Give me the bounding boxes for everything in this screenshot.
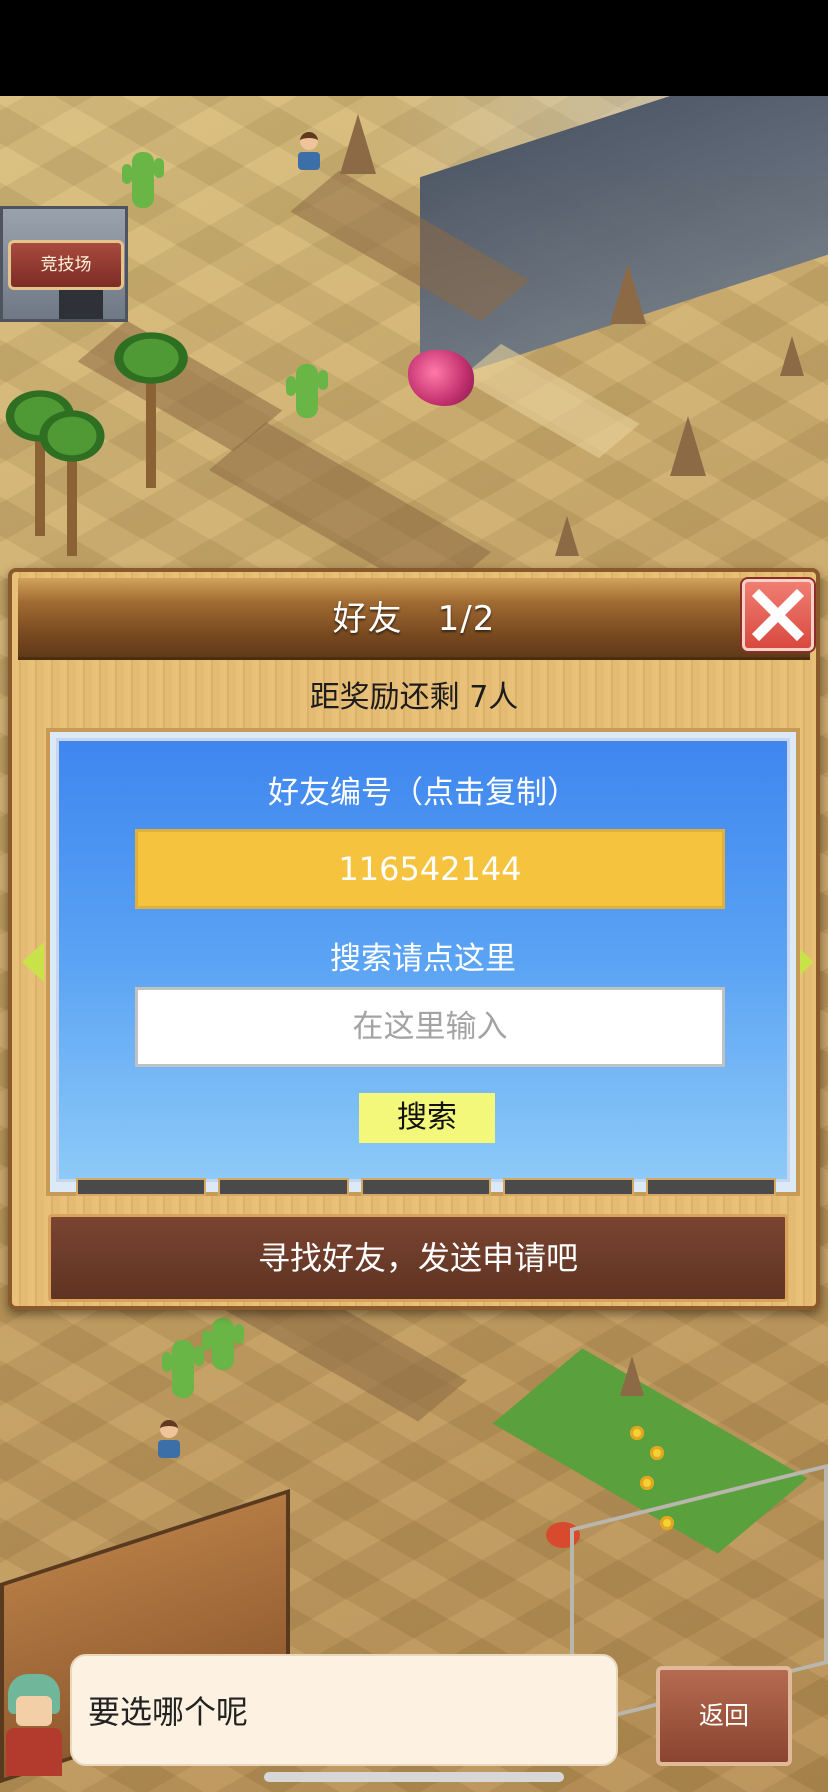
tab-slot xyxy=(503,1178,634,1196)
dialog-header: 好友 1/2 xyxy=(18,578,810,660)
arena-button[interactable]: 竞技场 xyxy=(8,240,124,290)
arrow-left-icon[interactable] xyxy=(22,942,44,982)
tab-slot xyxy=(645,1178,777,1196)
cactus xyxy=(122,152,164,208)
close-button[interactable] xyxy=(742,579,814,651)
friend-search-panel: 好友编号（点击复制） 116542144 搜索请点这里 搜索 xyxy=(56,738,790,1182)
status-bar xyxy=(0,0,828,96)
close-icon xyxy=(751,588,805,642)
npc-character[interactable] xyxy=(156,1420,182,1460)
search-input[interactable] xyxy=(135,987,725,1067)
speech-text: 要选哪个呢 xyxy=(88,1693,249,1731)
sand-tile xyxy=(460,343,640,459)
panel-tab-strip xyxy=(76,1178,777,1196)
find-friend-banner[interactable]: 寻找好友，发送申请吧 xyxy=(48,1214,788,1302)
rock-spire xyxy=(340,114,376,174)
yellow-flower xyxy=(630,1426,644,1440)
friend-panel-frame: 好友编号（点击复制） 116542144 搜索请点这里 搜索 xyxy=(46,728,800,1196)
cactus xyxy=(202,1318,244,1370)
friend-id-label: 好友编号（点击复制） xyxy=(268,775,578,811)
character-portrait xyxy=(0,1668,70,1778)
palm-tree xyxy=(34,406,110,556)
cactus xyxy=(162,1340,204,1398)
rock-spire xyxy=(780,336,804,376)
npc-character[interactable] xyxy=(296,132,322,172)
search-label: 搜索请点这里 xyxy=(330,941,516,977)
rock-spire xyxy=(610,264,646,324)
friend-id-copy-button[interactable]: 116542144 xyxy=(135,829,725,909)
tab-slot xyxy=(76,1178,207,1196)
yellow-flower xyxy=(650,1446,664,1460)
rock-spire xyxy=(620,1356,644,1396)
search-button[interactable]: 搜索 xyxy=(359,1093,495,1143)
cactus xyxy=(286,364,328,418)
speech-bubble: 要选哪个呢 xyxy=(70,1654,618,1766)
tab-slot xyxy=(218,1178,349,1196)
palm-tree xyxy=(108,328,194,488)
reward-progress-text: 距奖励还剩 7人 xyxy=(309,680,519,715)
back-button[interactable]: 返回 xyxy=(656,1666,792,1766)
yellow-flower xyxy=(640,1476,654,1490)
rock-spire xyxy=(555,516,579,556)
dialog-title: 好友 1/2 xyxy=(332,599,496,639)
home-indicator[interactable] xyxy=(264,1772,564,1782)
pink-crystal[interactable] xyxy=(408,350,474,406)
friend-dialog: 好友 1/2 距奖励还剩 7人 好友编号（点击复制） 116542144 搜索请… xyxy=(8,568,820,1310)
rock-spire xyxy=(670,416,706,476)
tab-slot xyxy=(360,1178,492,1196)
